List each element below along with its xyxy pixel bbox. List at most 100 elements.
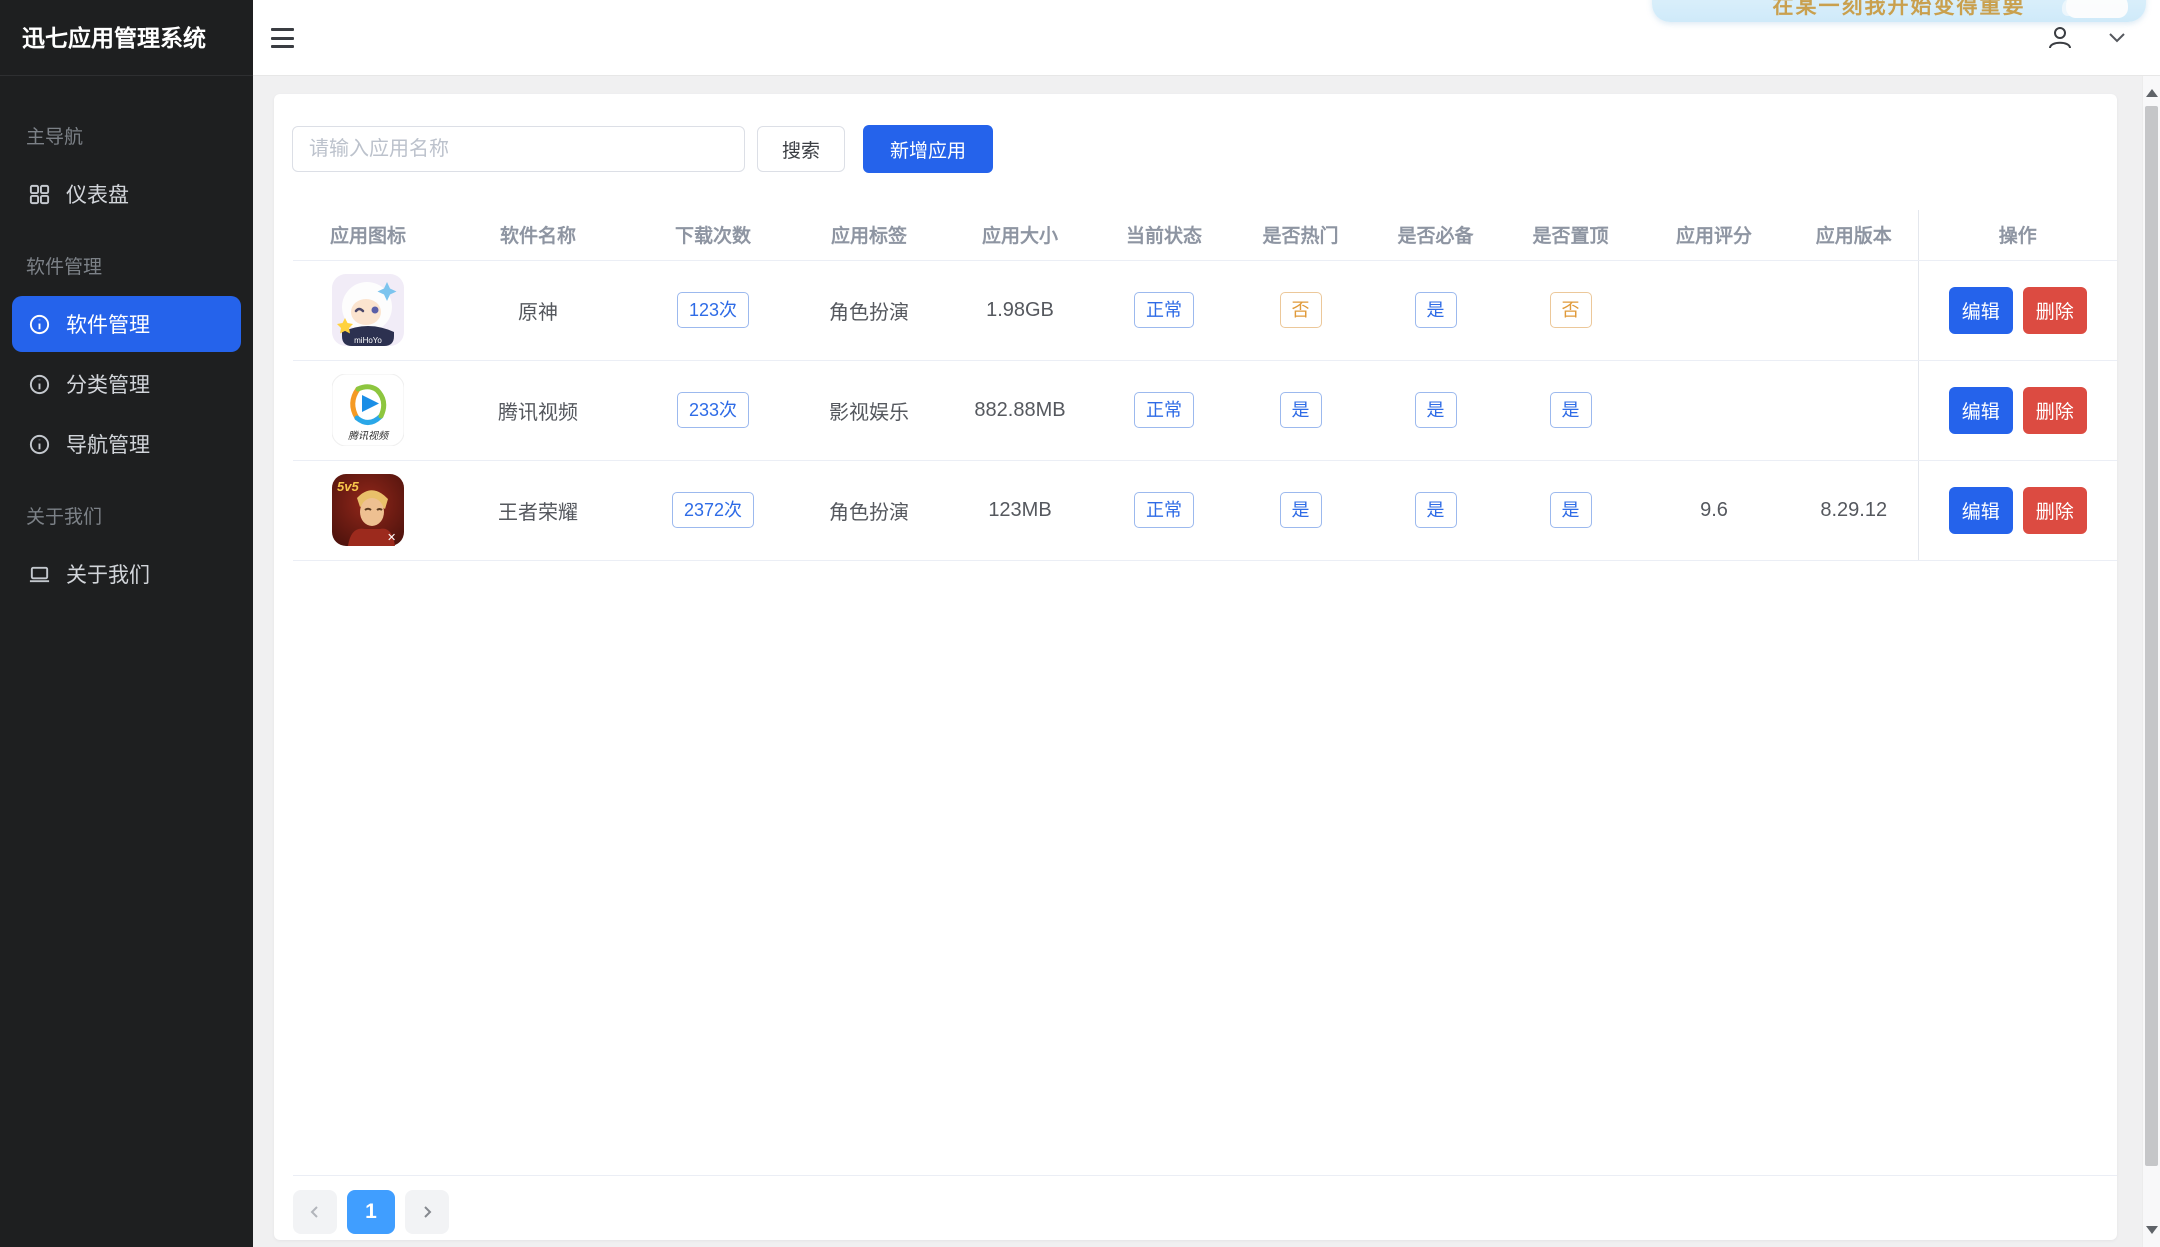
scroll-up-icon[interactable] (2146, 89, 2158, 97)
content-card: 搜索 新增应用 应用图标 软件名称 下载次数 应用标签 应用大小 当 (274, 94, 2117, 1240)
col-version: 应用版本 (1790, 210, 1918, 260)
topbar: 在某一刻我开始变得重要 (253, 0, 2160, 76)
table-row: miHoYo 原神 123次 角色扮演 1.98GB 正常 否 是 否 (293, 260, 2117, 360)
essential-tag: 是 (1415, 392, 1457, 428)
table-row: 腾讯视频 腾讯视频 233次 影视娱乐 882.88MB 正常 是 是 是 (293, 360, 2117, 460)
app-rating (1638, 360, 1790, 460)
sidebar-item-label: 关于我们 (66, 559, 150, 589)
app-size: 1.98GB (945, 260, 1095, 360)
app-version (1790, 260, 1918, 360)
banner-mascot-image (2066, 0, 2128, 18)
pagination-prev-button[interactable] (293, 1190, 337, 1234)
scroll-down-icon[interactable] (2146, 1226, 2158, 1234)
col-downloads: 下载次数 (633, 210, 793, 260)
sidebar-section-about: 关于我们 (12, 506, 241, 530)
col-status: 当前状态 (1095, 210, 1233, 260)
app-tag: 影视娱乐 (793, 360, 945, 460)
app-tag: 角色扮演 (793, 460, 945, 560)
hamburger-menu-icon[interactable] (271, 26, 297, 50)
sidebar-item-label: 仪表盘 (66, 179, 129, 209)
delete-button[interactable]: 删除 (2023, 387, 2087, 434)
col-pinned: 是否置顶 (1503, 210, 1638, 260)
hot-tag: 是 (1280, 492, 1322, 528)
status-tag: 正常 (1134, 492, 1194, 528)
col-hot: 是否热门 (1233, 210, 1368, 260)
info-circle-icon (28, 313, 51, 336)
pagination-page-1[interactable]: 1 (347, 1190, 395, 1234)
sidebar-section-software: 软件管理 (12, 256, 241, 280)
essential-tag: 是 (1415, 292, 1457, 328)
downloads-tag: 2372次 (672, 492, 754, 528)
col-size: 应用大小 (945, 210, 1095, 260)
app-icon-genshin: miHoYo (332, 274, 404, 346)
app-icon-tencent-video: 腾讯视频 (332, 374, 404, 446)
info-circle-icon (28, 433, 51, 456)
app-icon-honor-of-kings: 5v5 ✕ (332, 474, 404, 546)
app-size: 123MB (945, 460, 1095, 560)
dashboard-grid-icon (28, 183, 51, 206)
edit-button[interactable]: 编辑 (1949, 387, 2013, 434)
svg-text:✕: ✕ (387, 532, 396, 544)
app-table: 应用图标 软件名称 下载次数 应用标签 应用大小 当前状态 是否热门 是否必备 … (293, 210, 2117, 561)
add-app-button[interactable]: 新增应用 (863, 125, 993, 173)
sidebar-item-software-manage[interactable]: 软件管理 (12, 296, 241, 352)
status-tag: 正常 (1134, 292, 1194, 328)
sidebar-item-nav-manage[interactable]: 导航管理 (12, 416, 241, 472)
edit-button[interactable]: 编辑 (1949, 487, 2013, 534)
sidebar: 迅七应用管理系统 主导航 仪表盘 软件管理 软件管理 分类管理 导航管理 关于我… (0, 0, 253, 1247)
app-size: 882.88MB (945, 360, 1095, 460)
app-name: 原神 (443, 260, 633, 360)
delete-button[interactable]: 删除 (2023, 487, 2087, 534)
chevron-right-icon (420, 1205, 434, 1219)
app-rating: 9.6 (1638, 460, 1790, 560)
user-icon[interactable] (2046, 24, 2074, 52)
hot-tag: 否 (1280, 292, 1322, 328)
table-row: 5v5 ✕ 王者荣耀 2372次 角色扮演 123MB 正常 是 是 是 9.6 (293, 460, 2117, 560)
app-name: 王者荣耀 (443, 460, 633, 560)
sidebar-item-about-us[interactable]: 关于我们 (12, 546, 241, 602)
pagination: 1 (293, 1190, 449, 1234)
col-app-icon: 应用图标 (293, 210, 443, 260)
svg-text:miHoYo: miHoYo (354, 336, 382, 345)
chevron-down-icon[interactable] (2108, 32, 2126, 44)
search-button[interactable]: 搜索 (757, 126, 845, 172)
delete-button[interactable]: 删除 (2023, 287, 2087, 334)
hitokoto-banner: 在某一刻我开始变得重要 (1652, 0, 2146, 22)
svg-text:5v5: 5v5 (337, 479, 359, 494)
table-header-row: 应用图标 软件名称 下载次数 应用标签 应用大小 当前状态 是否热门 是否必备 … (293, 210, 2117, 260)
sidebar-item-label: 导航管理 (66, 429, 150, 459)
essential-tag: 是 (1415, 492, 1457, 528)
downloads-tag: 233次 (677, 392, 749, 428)
downloads-tag: 123次 (677, 292, 749, 328)
main-content: 搜索 新增应用 应用图标 软件名称 下载次数 应用标签 应用大小 当 (253, 76, 2142, 1247)
pagination-next-button[interactable] (405, 1190, 449, 1234)
sidebar-section-main-nav: 主导航 (12, 126, 241, 150)
app-rating (1638, 260, 1790, 360)
chevron-left-icon (308, 1205, 322, 1219)
col-app-name: 软件名称 (443, 210, 633, 260)
pinned-tag: 是 (1550, 392, 1592, 428)
vertical-scrollbar (2142, 76, 2160, 1247)
sidebar-item-label: 软件管理 (66, 309, 150, 339)
sidebar-item-category-manage[interactable]: 分类管理 (12, 356, 241, 412)
info-circle-icon (28, 373, 51, 396)
col-actions: 操作 (1918, 210, 2117, 260)
pinned-tag: 是 (1550, 492, 1592, 528)
monitor-icon (28, 563, 51, 586)
sidebar-nav: 主导航 仪表盘 软件管理 软件管理 分类管理 导航管理 关于我们 关于我们 (0, 76, 253, 602)
app-version (1790, 360, 1918, 460)
search-input[interactable] (292, 126, 745, 172)
table-bottom-divider (293, 1175, 2117, 1176)
col-tag: 应用标签 (793, 210, 945, 260)
scrollbar-thumb[interactable] (2145, 106, 2158, 1166)
screen: 迅七应用管理系统 主导航 仪表盘 软件管理 软件管理 分类管理 导航管理 关于我… (0, 0, 2160, 1247)
col-rating: 应用评分 (1638, 210, 1790, 260)
app-version: 8.29.12 (1790, 460, 1918, 560)
sidebar-item-label: 分类管理 (66, 369, 150, 399)
status-tag: 正常 (1134, 392, 1194, 428)
svg-text:腾讯视频: 腾讯视频 (348, 430, 390, 442)
hot-tag: 是 (1280, 392, 1322, 428)
sidebar-item-dashboard[interactable]: 仪表盘 (12, 166, 241, 222)
app-tag: 角色扮演 (793, 260, 945, 360)
edit-button[interactable]: 编辑 (1949, 287, 2013, 334)
